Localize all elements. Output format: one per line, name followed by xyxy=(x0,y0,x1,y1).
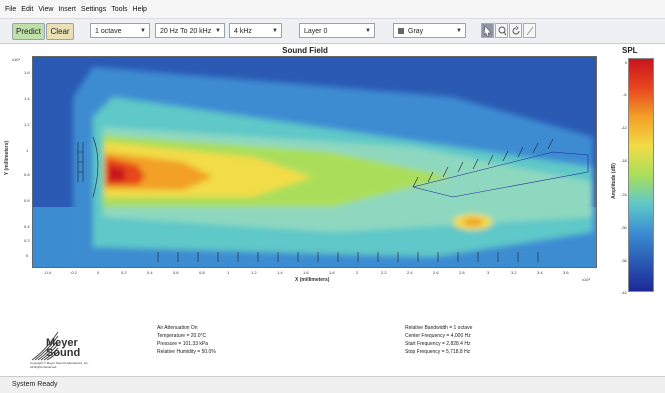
x-tick: 3.6 xyxy=(563,270,569,275)
frequency-range-dropdown[interactable]: 20 Hz To 20 kHz ▼ xyxy=(155,23,225,38)
info-line: Stop Frequency = 5,718.8 Hz xyxy=(405,349,471,355)
colorbar-tick: -24 xyxy=(621,192,627,197)
menu-edit[interactable]: Edit xyxy=(21,6,33,13)
colorbar-label: Amplitude (dB) xyxy=(610,163,617,199)
y-tick: 0.8 xyxy=(24,172,30,177)
menu-bar: File Edit View Insert Settings Tools Hel… xyxy=(0,0,665,19)
chevron-down-icon: ▼ xyxy=(215,28,221,34)
atmospheric-info: Air Attenuation On Temperature = 20.0°C … xyxy=(157,324,216,356)
y-axis-scale: x10⁴ xyxy=(12,57,21,62)
color-scheme-value: Gray xyxy=(408,28,424,35)
sound-field-plot[interactable] xyxy=(32,56,597,268)
menu-view[interactable]: View xyxy=(38,6,53,13)
menu-tools[interactable]: Tools xyxy=(111,6,127,13)
refresh-icon xyxy=(512,25,520,35)
x-tick: 1.6 xyxy=(303,270,309,275)
menu-help[interactable]: Help xyxy=(133,6,147,13)
plot-title: Sound Field xyxy=(282,46,328,55)
draw-tool-button[interactable] xyxy=(523,23,536,38)
colorbar-tick: -42 xyxy=(621,290,627,295)
colorbar-tick: -30 xyxy=(621,225,627,230)
logo-name-line2: Sound xyxy=(46,347,81,359)
x-tick: 3 xyxy=(487,270,490,275)
x-tick: -0.2 xyxy=(70,270,77,275)
x-tick: 2.4 xyxy=(407,270,413,275)
cursor-icon xyxy=(483,25,492,37)
info-line: Relative Humidity = 50.0% xyxy=(157,349,216,355)
x-tick: 1.2 xyxy=(251,270,257,275)
colorbar-tick: -36 xyxy=(621,258,627,263)
pencil-icon xyxy=(526,26,534,36)
x-tick: 0.6 xyxy=(173,270,179,275)
x-tick: 1.8 xyxy=(329,270,335,275)
y-tick: 1.6 xyxy=(24,70,30,75)
x-tick: 3.2 xyxy=(511,270,517,275)
info-line: Temperature = 20.0°C xyxy=(157,333,207,339)
info-line: Start Frequency = 2,828.4 Hz xyxy=(405,341,471,347)
logo-rights: All Rights Reserved xyxy=(30,365,57,369)
x-tick: 2.2 xyxy=(381,270,387,275)
y-tick: 0.4 xyxy=(24,224,30,229)
x-tick: -0.4 xyxy=(44,270,51,275)
predict-button[interactable]: Predict xyxy=(12,23,45,40)
x-tick: 2.6 xyxy=(433,270,439,275)
bandwidth-value: 1 octave xyxy=(95,28,122,35)
colorbar xyxy=(628,58,654,292)
info-line: Pressure = 101.33 kPa xyxy=(157,341,209,347)
colorbar-tick: -12 xyxy=(621,125,627,130)
x-tick: 0.8 xyxy=(199,270,205,275)
status-bar: System Ready xyxy=(0,376,665,393)
colorbar-tick: -6 xyxy=(623,92,627,97)
x-tick: 0 xyxy=(97,270,100,275)
colorbar-title: SPL xyxy=(622,46,638,55)
y-tick: 0.2 xyxy=(24,238,30,243)
sound-field-heatmap xyxy=(33,57,596,267)
frequency-value: 4 kHz xyxy=(234,28,252,35)
info-line: Air Attenuation On xyxy=(157,325,198,331)
select-tool-button[interactable] xyxy=(481,23,494,38)
y-tick: 0.6 xyxy=(24,198,30,203)
y-tick: 1.2 xyxy=(24,122,30,127)
y-tick: 1 xyxy=(26,148,29,153)
frequency-dropdown[interactable]: 4 kHz ▼ xyxy=(229,23,282,38)
x-axis-scale: x10⁴ xyxy=(582,277,591,282)
menu-insert[interactable]: Insert xyxy=(58,6,76,13)
zoom-tool-button[interactable] xyxy=(495,23,508,38)
y-tick: 1.4 xyxy=(24,96,30,101)
colorbar-tick: 0 xyxy=(625,60,628,65)
bandwidth-dropdown[interactable]: 1 octave ▼ xyxy=(90,23,150,38)
status-text: System Ready xyxy=(12,381,58,388)
reset-view-button[interactable] xyxy=(509,23,522,38)
info-line: Relative Bandwidth = 1 octave xyxy=(405,325,473,331)
x-axis-label: X (millimeters) xyxy=(295,277,330,283)
colorbar-tick: -18 xyxy=(621,158,627,163)
gray-swatch-icon xyxy=(398,28,404,34)
clear-button[interactable]: Clear xyxy=(46,23,74,40)
info-line: Center Frequency = 4,000 Hz xyxy=(405,333,471,339)
chevron-down-icon: ▼ xyxy=(456,28,462,34)
frequency-range-value: 20 Hz To 20 kHz xyxy=(160,28,212,35)
menu-file[interactable]: File xyxy=(5,6,16,13)
x-tick: 2 xyxy=(356,270,359,275)
magnifier-icon xyxy=(498,26,507,36)
x-tick: 3.4 xyxy=(537,270,543,275)
chevron-down-icon: ▼ xyxy=(365,28,371,34)
menu-settings[interactable]: Settings xyxy=(81,6,106,13)
layer-value: Layer 0 xyxy=(304,28,328,35)
frequency-info: Relative Bandwidth = 1 octave Center Fre… xyxy=(405,324,472,356)
color-scheme-dropdown[interactable]: Gray ▼ xyxy=(393,23,466,38)
x-tick: 0.2 xyxy=(121,270,127,275)
toolbar: Predict Clear 1 octave ▼ 20 Hz To 20 kHz… xyxy=(0,19,665,44)
y-tick: 0 xyxy=(26,253,29,258)
x-tick: 1.4 xyxy=(277,270,283,275)
chevron-down-icon: ▼ xyxy=(140,28,146,34)
layer-dropdown[interactable]: Layer 0 ▼ xyxy=(299,23,375,38)
y-axis-label: Y (millimeters) xyxy=(4,140,11,176)
x-tick: 0.4 xyxy=(147,270,153,275)
x-tick: 1 xyxy=(227,270,230,275)
chevron-down-icon: ▼ xyxy=(272,28,278,34)
meyer-sound-logo: Meyer Sound Copyright © Meyer Sound Labo… xyxy=(30,328,100,372)
x-tick: 2.8 xyxy=(459,270,465,275)
